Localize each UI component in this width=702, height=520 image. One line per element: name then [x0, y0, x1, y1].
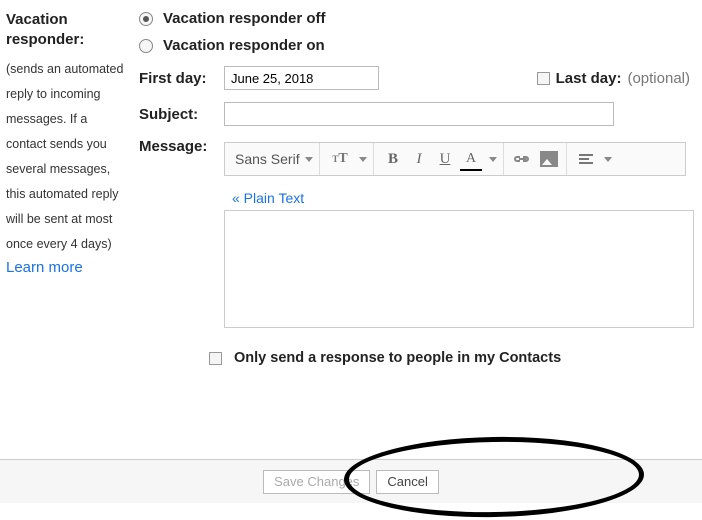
radio-label-on: Vacation responder on [163, 37, 325, 54]
editor-toolbar: Sans Serif TT B I U A [224, 142, 686, 176]
contacts-only-checkbox[interactable] [209, 352, 222, 365]
radio-responder-off[interactable] [139, 12, 153, 26]
align-left-icon [579, 154, 593, 164]
footer-bar: Save Changes Cancel [0, 459, 702, 503]
image-icon [540, 151, 558, 167]
bold-button[interactable]: B [382, 148, 404, 170]
first-day-label: First day: [139, 70, 224, 87]
text-color-button[interactable]: A [460, 148, 482, 170]
last-day-checkbox[interactable] [537, 72, 550, 85]
cancel-button[interactable]: Cancel [376, 470, 438, 494]
underline-button[interactable]: U [434, 148, 456, 170]
contacts-only-label: Only send a response to people in my Con… [234, 350, 561, 366]
italic-button[interactable]: I [408, 148, 430, 170]
align-button[interactable] [575, 148, 597, 170]
save-changes-button[interactable]: Save Changes [263, 470, 370, 494]
section-title: Vacation responder: [6, 10, 131, 51]
chevron-down-icon[interactable] [604, 157, 612, 162]
section-description: (sends an automated reply to incoming me… [6, 57, 131, 257]
learn-more-link[interactable]: Learn more [6, 259, 131, 276]
first-day-input[interactable] [224, 66, 379, 90]
insert-link-button[interactable] [512, 148, 534, 170]
chevron-down-icon [305, 157, 313, 162]
chevron-down-icon[interactable] [359, 157, 367, 162]
font-size-button[interactable]: TT [328, 148, 352, 170]
plain-text-link[interactable]: « Plain Text [232, 190, 304, 206]
radio-label-off: Vacation responder off [163, 10, 326, 27]
chevron-down-icon[interactable] [489, 157, 497, 162]
last-day-optional: (optional) [627, 70, 690, 87]
insert-image-button[interactable] [538, 148, 560, 170]
font-family-select[interactable]: Sans Serif [235, 151, 313, 167]
message-textarea[interactable] [224, 210, 694, 328]
subject-input[interactable] [224, 102, 614, 126]
radio-responder-on[interactable] [139, 39, 153, 53]
message-label: Message: [139, 138, 224, 155]
subject-label: Subject: [139, 106, 224, 123]
last-day-label: Last day: [556, 70, 622, 87]
